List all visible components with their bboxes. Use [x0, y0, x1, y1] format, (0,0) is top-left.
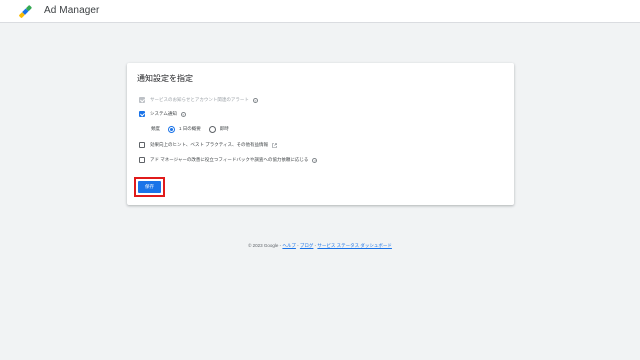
footer-link-blog[interactable]: ブログ — [300, 243, 314, 248]
option-performance-tips[interactable]: 効果向上のヒント、ベスト プラクティス、その他有益情報 — [139, 140, 277, 150]
top-app-bar: Ad Manager — [0, 0, 640, 23]
performance-tips-label: 効果向上のヒント、ベスト プラクティス、その他有益情報 — [150, 142, 268, 147]
frequency-instant-radio[interactable] — [208, 125, 216, 133]
help-icon[interactable]: ? — [252, 97, 258, 103]
help-icon[interactable]: ? — [180, 111, 186, 117]
save-button[interactable]: 保存 — [138, 181, 161, 193]
frequency-row: 頻度 1 日の概要 即時 — [151, 124, 229, 134]
frequency-daily-radio[interactable] — [168, 125, 175, 133]
page-footer: © 2023 Google - ヘルプ - ブログ - サービス ステータス ダ… — [0, 243, 640, 249]
frequency-instant-label[interactable]: 即時 — [220, 126, 229, 132]
performance-tips-checkbox[interactable] — [139, 142, 145, 148]
system-notifications-label: システム通知 — [150, 111, 177, 116]
frequency-label: 頻度 — [151, 126, 160, 131]
feedback-surveys-checkbox[interactable] — [139, 157, 145, 163]
ad-manager-logo-icon[interactable] — [16, 3, 34, 20]
service-alerts-label: サービスのお知らせとアカウント関連のアラート — [150, 97, 249, 102]
save-button-highlight: 保存 — [134, 177, 165, 197]
copyright-text: © 2023 Google — [248, 243, 279, 248]
frequency-daily-label[interactable]: 1 日の概要 — [179, 126, 201, 132]
footer-link-status-dashboard[interactable]: サービス ステータス ダッシュボード — [317, 243, 392, 248]
notification-settings-card: 通知設定を指定 サービスのお知らせとアカウント関連のアラート ? システム通知 … — [127, 63, 514, 205]
system-notifications-checkbox[interactable] — [139, 111, 145, 117]
service-alerts-checkbox — [139, 97, 145, 103]
feedback-surveys-label: アド マネージャーの改善に役立つフィードバックや調査への協力依頼に応じる — [150, 157, 309, 162]
option-feedback-surveys[interactable]: アド マネージャーの改善に役立つフィードバックや調査への協力依頼に応じる ? — [139, 155, 318, 165]
card-title: 通知設定を指定 — [137, 74, 193, 83]
footer-link-help[interactable]: ヘルプ — [282, 243, 296, 248]
external-link-icon[interactable] — [272, 142, 277, 148]
option-system-notifications[interactable]: システム通知 ? — [139, 109, 186, 119]
help-icon[interactable]: ? — [312, 157, 318, 163]
app-title: Ad Manager — [44, 5, 100, 16]
option-service-alerts: サービスのお知らせとアカウント関連のアラート ? — [139, 95, 258, 105]
